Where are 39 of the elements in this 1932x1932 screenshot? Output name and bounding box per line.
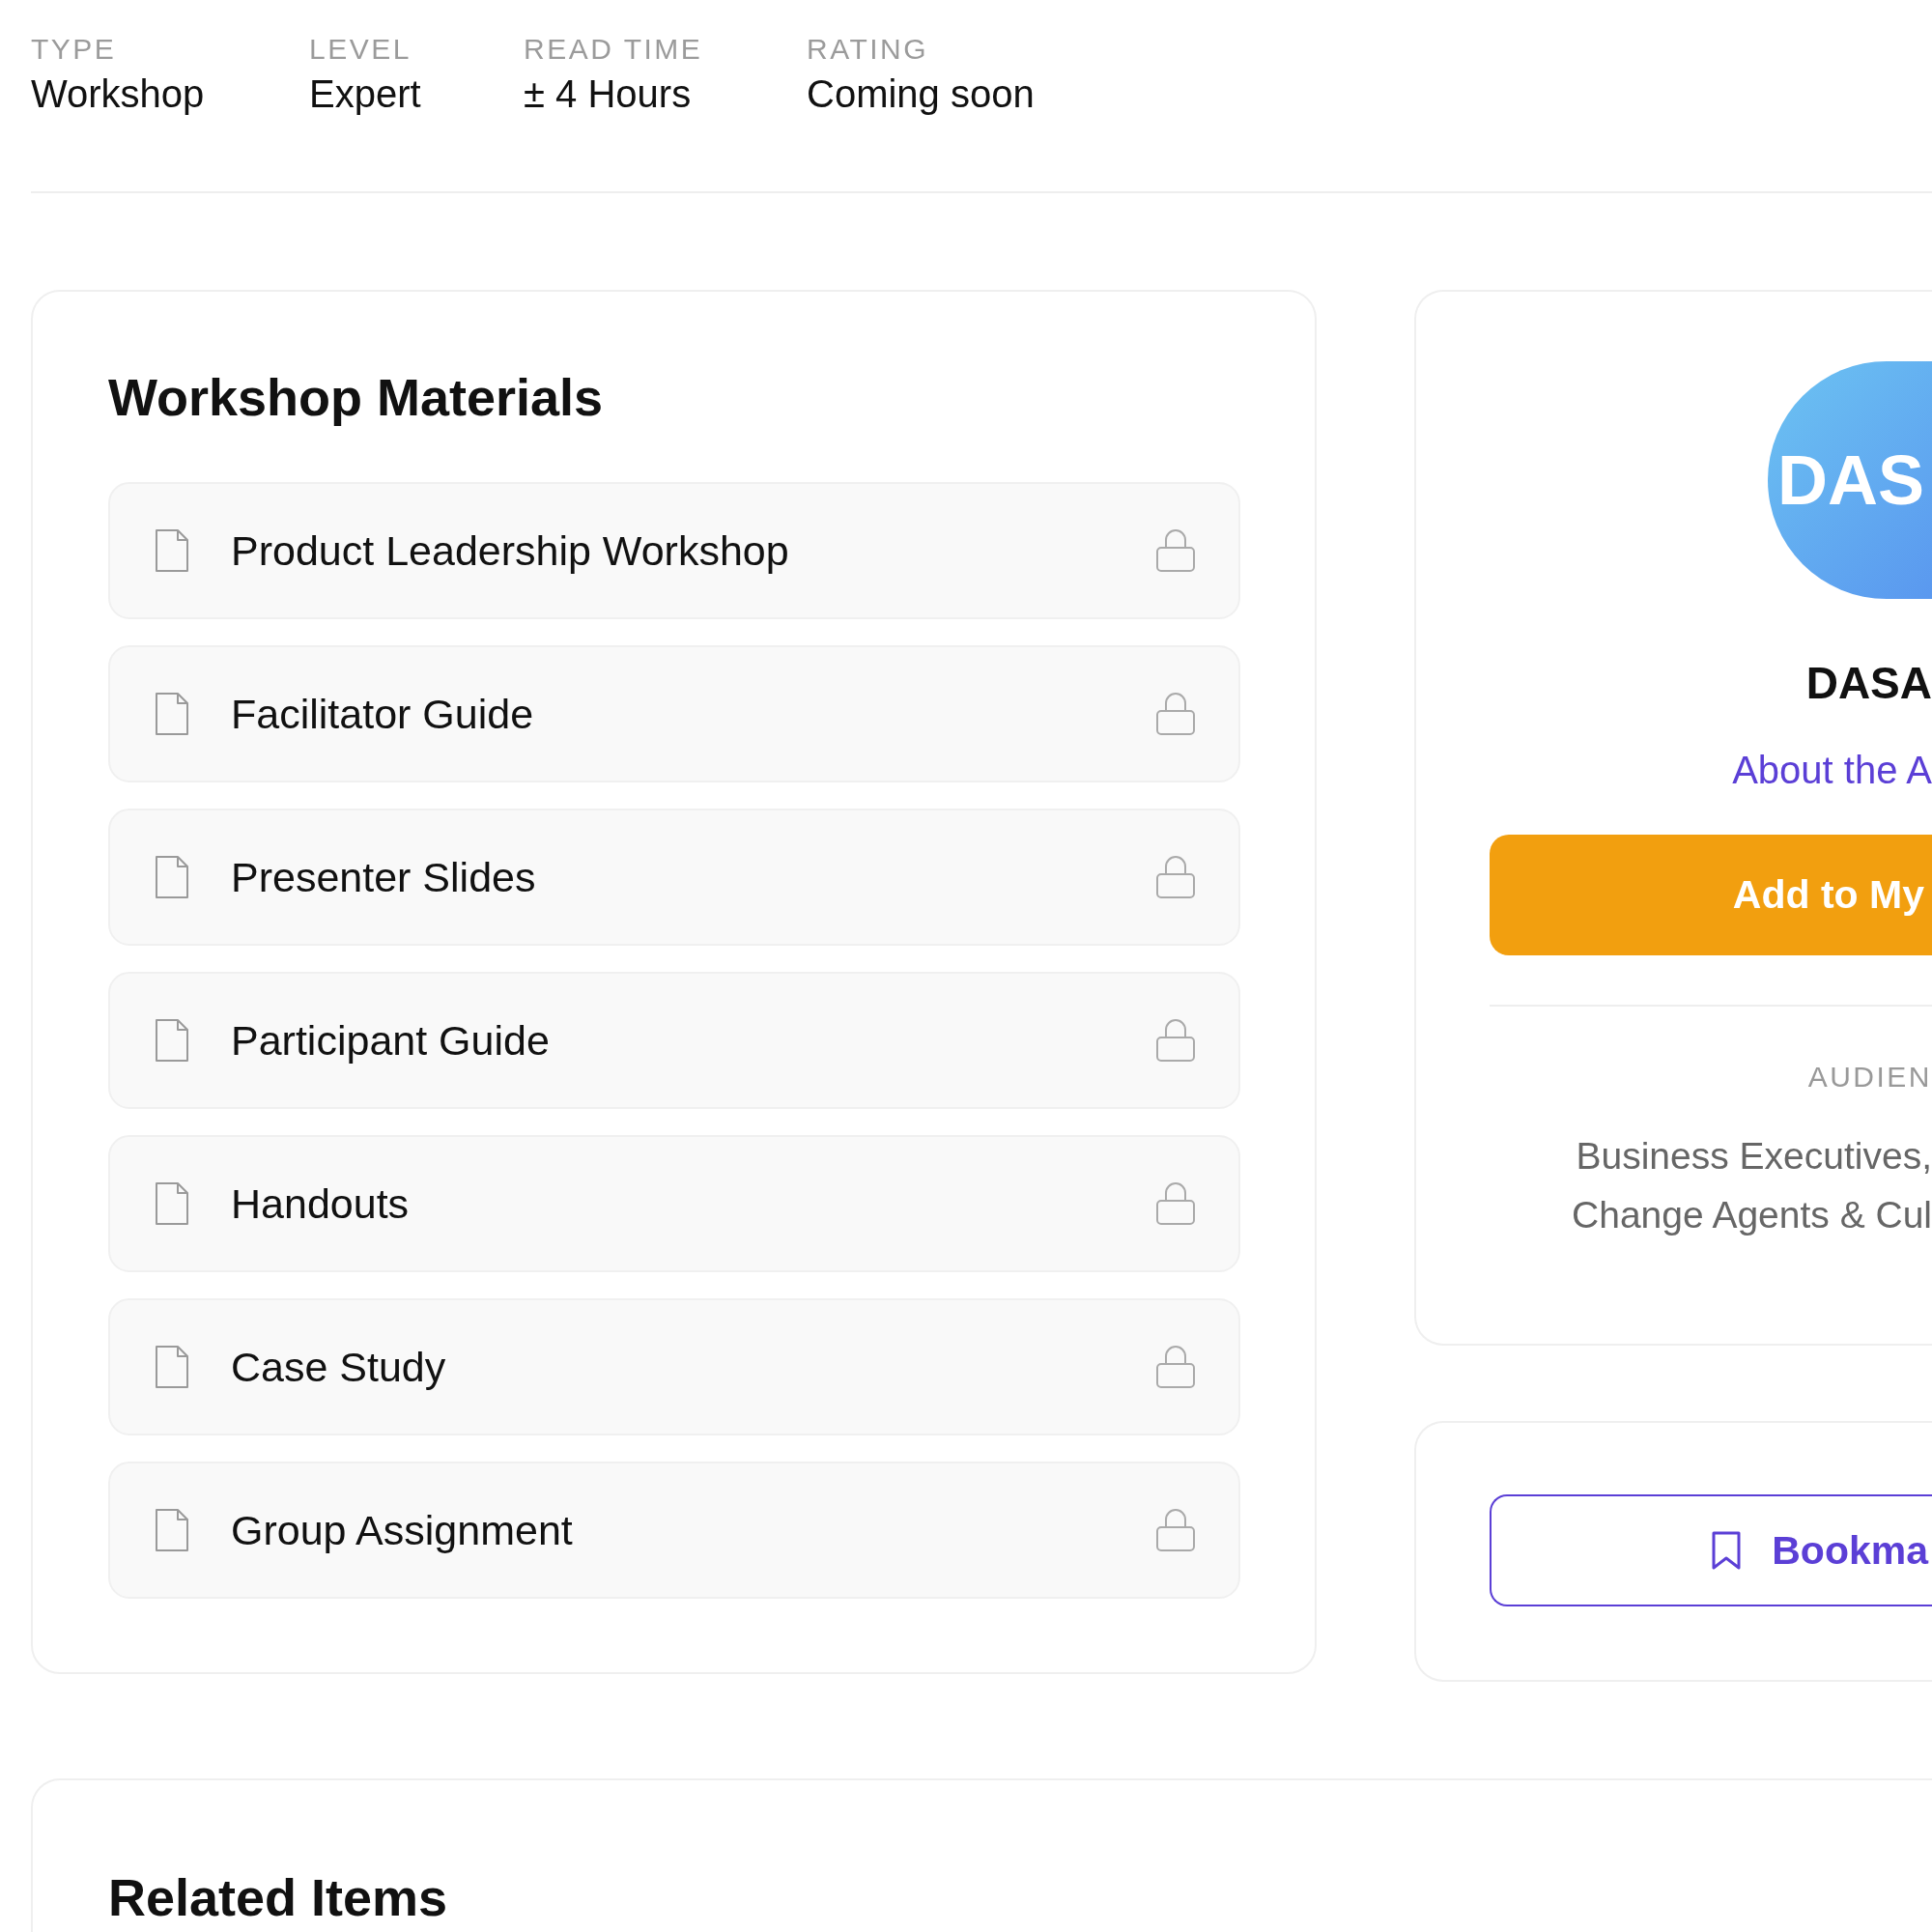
material-item[interactable]: Case Study: [108, 1298, 1240, 1435]
meta-value: ± 4 Hours: [524, 71, 693, 116]
meta-label: TYPE: [31, 33, 118, 66]
document-icon: [154, 528, 190, 573]
document-icon: [154, 1345, 190, 1389]
meta-label: READ TIME: [524, 33, 704, 66]
meta-value: Coming soon: [807, 71, 1036, 116]
section-heading: Workshop Materials: [108, 367, 605, 427]
material-item[interactable]: Group Assignment: [108, 1462, 1240, 1599]
meta-value: Expert: [309, 71, 422, 116]
document-icon: [154, 692, 190, 736]
meta-label: LEVEL: [309, 33, 412, 66]
audience-text: Business Executives,: [1576, 1134, 1932, 1179]
meta-value: Workshop: [31, 71, 206, 116]
material-title: Facilitator Guide: [231, 690, 535, 738]
bookmark-button[interactable]: Bookma: [1490, 1494, 1932, 1606]
document-icon: [154, 1018, 190, 1063]
material-item[interactable]: Presenter Slides: [108, 809, 1240, 946]
material-item[interactable]: Participant Guide: [108, 972, 1240, 1109]
material-item[interactable]: Facilitator Guide: [108, 645, 1240, 782]
material-item[interactable]: Handouts: [108, 1135, 1240, 1272]
material-title: Group Assignment: [231, 1506, 574, 1554]
document-icon: [154, 1181, 190, 1226]
document-icon: [154, 1508, 190, 1552]
author-name: DASA: [1805, 657, 1932, 709]
material-item[interactable]: Product Leadership Workshop: [108, 482, 1240, 619]
material-title: Presenter Slides: [231, 853, 537, 901]
document-icon: [154, 855, 190, 899]
meta-label: RATING: [807, 33, 930, 66]
avatar: DAS: [1768, 361, 1932, 599]
audience-label: AUDIEN: [1807, 1061, 1932, 1094]
material-title: Handouts: [231, 1179, 411, 1228]
section-heading: Related Items: [108, 1867, 449, 1927]
audience-text: Change Agents & Cul: [1572, 1193, 1932, 1237]
material-title: Case Study: [231, 1343, 447, 1391]
about-link[interactable]: About the A: [1732, 748, 1932, 792]
bookmark-icon: [1710, 1530, 1744, 1571]
material-title: Participant Guide: [231, 1016, 551, 1065]
material-title: Product Leadership Workshop: [231, 526, 790, 575]
